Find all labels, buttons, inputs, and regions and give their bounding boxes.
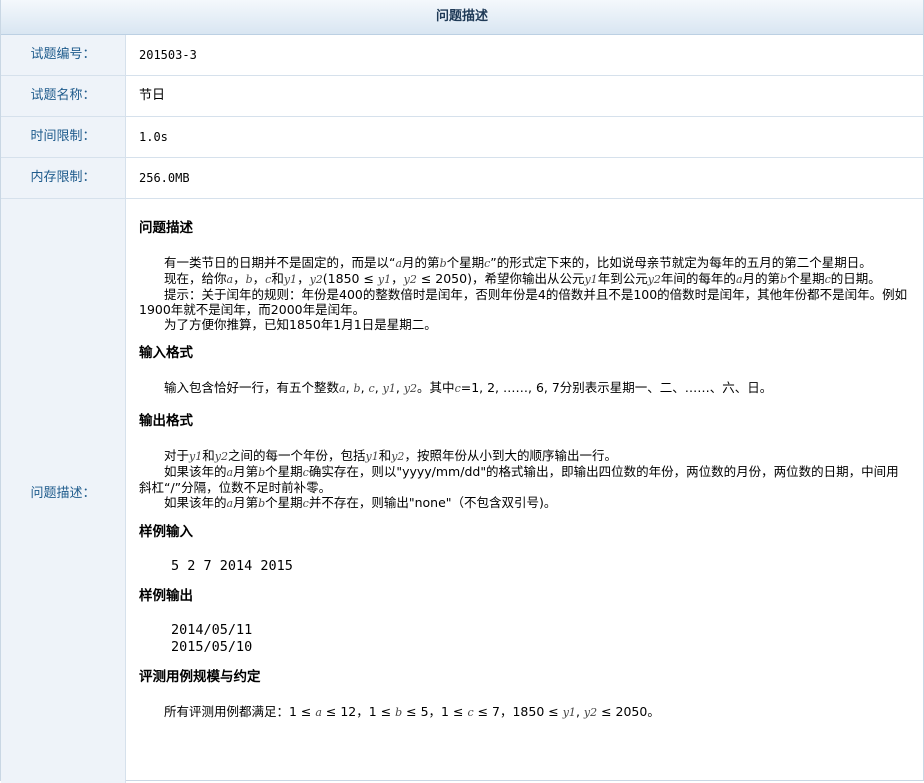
text-segment: 月的第 [742,271,781,286]
math-variable: y2 [403,382,418,395]
math-variable: y2 [647,273,661,286]
text-segment: ≤ 12，1 ≤ [321,704,396,719]
sample-output-code: 2014/05/11 2015/05/10 [171,622,253,655]
math-variable: b [245,273,253,286]
text-segment: 并不存在，则输出"none"（不包含双引号)。 [308,495,557,510]
row-description: 问题描述： 问题描述 有一类节日的日期并不是固定的，而是以“a月的第b个星期c”… [1,199,923,783]
memory-limit-label: 内存限制： [1,158,126,198]
math-variable: y2 [309,273,323,286]
math-variable: y2 [214,450,228,463]
row-problem-name: 试题名称： 节日 [1,76,923,117]
output-heading: 输出格式 [139,413,193,429]
text-segment: 输入包含恰好一行，有五个整数 [164,380,340,395]
math-variable: y1 [584,273,598,286]
row-problem-id: 试题编号： 201503-3 [1,35,923,76]
time-limit-label: 时间限制： [1,117,126,157]
text-segment: 有一类节日的日期并不是固定的，而是以“ [164,255,396,270]
text-segment: 个星期 [265,495,303,510]
text-segment: ， [391,271,404,286]
text-segment: , [345,380,354,395]
problem-name-label: 试题名称： [1,76,126,116]
output-paragraph-1: 对于y1和y2之间的每一个年份，包括y1和y2，按照年份从小到大的顺序输出一行。 [139,448,909,464]
text-segment: ， [252,271,266,286]
problem-id-label: 试题编号： [1,35,126,75]
text-segment: 和 [271,271,284,286]
text-segment: , [575,704,584,719]
text-segment: , [360,380,369,395]
text-segment: 个星期 [787,271,825,286]
text-segment: 个星期 [446,255,485,270]
text-segment: ，按照年份从小到大的顺序输出一行。 [404,448,617,463]
text-segment: 年间的每年的 [660,271,736,286]
text-segment: 和 [378,448,392,463]
text-segment: , [395,380,404,395]
problem-paragraph-4: 为了方便你推算，已知1850年1月1日是星期二。 [164,317,437,332]
math-variable: y2 [391,450,405,463]
text-segment: 现在，给你 [164,271,227,286]
sample-output-heading: 样例输出 [139,588,193,604]
problem-paragraph-2: 现在，给你a，b，c和y1，y2(1850 ≤ y1，y2 ≤ 2050)，希望… [139,271,909,287]
problem-paragraph-3: 提示：关于闰年的规则：年份是400的整数倍时是闰年，否则年份是4的倍数并且不是1… [139,287,908,317]
math-variable: y2 [403,273,417,286]
text-segment: 月第 [233,464,259,479]
constraints-heading: 评测用例规模与约定 [139,669,261,685]
text-segment: 年到公元 [597,271,648,286]
problem-id-value: 201503-3 [139,48,197,62]
math-variable: b [439,257,447,270]
constraints-paragraph: 所有评测用例都满足：1 ≤ a ≤ 12，1 ≤ b ≤ 5，1 ≤ c ≤ 7… [139,704,909,720]
text-segment: 。其中 [417,380,455,395]
text-segment: 如果该年的 [164,495,227,510]
math-variable: y2 [583,706,598,719]
math-variable: y1 [382,382,396,395]
problem-name-value: 节日 [139,88,166,103]
text-segment: ≤ 2050。 [597,704,660,719]
text-segment: (1850 ≤ [322,271,378,286]
math-variable: b [353,382,361,395]
time-limit-value: 1.0s [139,130,168,144]
text-segment: 月第 [233,495,259,510]
sample-input-heading: 样例输入 [139,524,193,540]
math-variable: y1 [283,273,298,286]
text-segment: 之间的每一个年份，包括 [227,448,366,463]
panel-title: 问题描述 [1,0,923,35]
row-time-limit: 时间限制： 1.0s [1,117,923,158]
text-segment: , [374,380,383,395]
text-segment: ≤ 7，1850 ≤ [473,704,563,719]
text-segment: ≤ 2050)，希望你输出从公元 [416,271,585,286]
text-segment: =1, 2, ……, 6, 7分别表示星期一、二、……、六、日。 [460,380,773,395]
text-segment: 所有评测用例都满足：1 ≤ [164,704,316,719]
text-segment: 个星期 [265,464,303,479]
math-variable: y1 [562,706,576,719]
math-variable: y1 [189,450,203,463]
math-variable: b [780,273,788,286]
math-variable: y1 [365,450,379,463]
math-variable: y1 [377,273,392,286]
input-paragraph: 输入包含恰好一行，有五个整数a, b, c, y1, y2。其中c=1, 2, … [139,380,909,396]
text-segment: 和 [202,448,215,463]
output-paragraph-2: 如果该年的a月第b个星期c确实存在，则以"yyyy/mm/dd"的格式输出，即输… [139,464,909,495]
text-segment: ≤ 5，1 ≤ [402,704,468,719]
output-paragraph-3: 如果该年的a月第b个星期c并不存在，则输出"none"（不包含双引号)。 [139,495,909,511]
row-memory-limit: 内存限制： 256.0MB [1,158,923,199]
input-heading: 输入格式 [139,345,193,361]
text-segment: 月的第 [402,255,440,270]
text-segment: 如果该年的 [164,464,227,479]
problem-heading: 问题描述 [139,220,193,236]
problem-panel: 问题描述 试题编号： 201503-3 试题名称： 节日 时间限制： 1.0s … [0,0,924,783]
description-content: 问题描述 有一类节日的日期并不是固定的，而是以“a月的第b个星期c”的形式定下来… [126,199,923,783]
sample-input-code: 5 2 7 2014 2015 [171,558,293,574]
description-label: 问题描述： [1,199,126,783]
problem-paragraph-1: 有一类节日的日期并不是固定的，而是以“a月的第b个星期c”的形式定下来的，比如说… [139,255,909,271]
text-segment: 的日期。 [830,271,881,286]
text-segment: 对于 [164,448,190,463]
text-segment: ， [297,271,310,286]
text-segment: ， [233,271,246,286]
memory-limit-value: 256.0MB [139,171,190,185]
text-segment: ”的形式定下来的，比如说母亲节就定为每年的五月的第二个星期日。 [490,255,872,270]
